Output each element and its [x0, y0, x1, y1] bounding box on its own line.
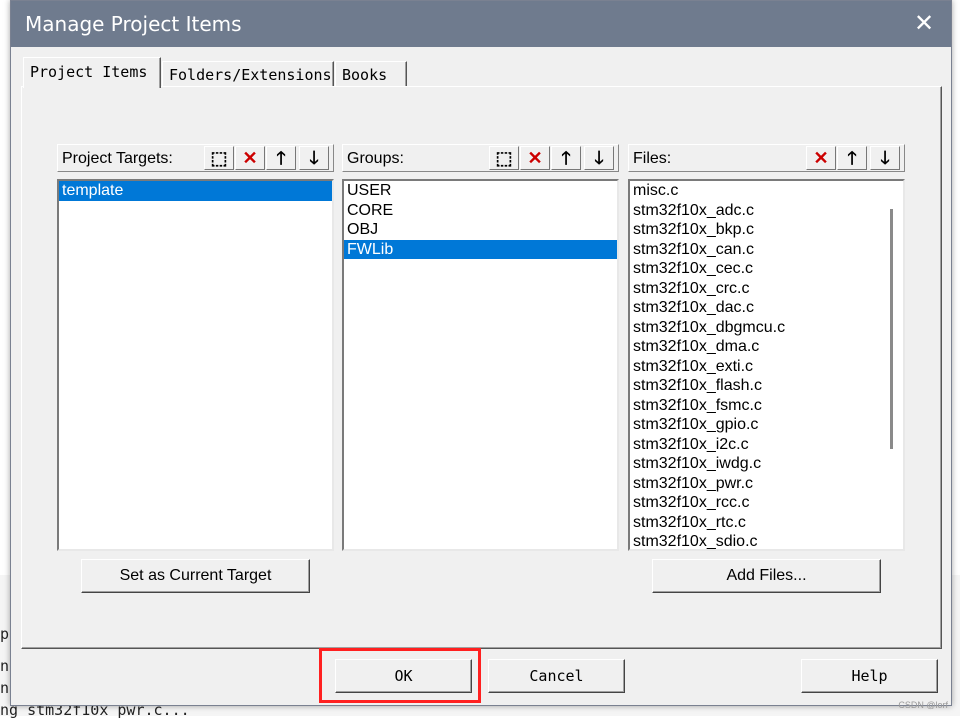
- targets-list[interactable]: template: [57, 179, 334, 551]
- file-list-item[interactable]: stm32f10x_flash.c: [630, 376, 903, 396]
- file-list-item[interactable]: stm32f10x_dbgmcu.c: [630, 318, 903, 338]
- files-items: misc.c stm32f10x_adc.c stm32f10x_bkp.c stm3…: [630, 181, 903, 549]
- groups-header: Groups: ⬚ ✕ 🡑 🡓: [342, 144, 619, 172]
- groups-list[interactable]: USER CORE OBJ FWLib: [342, 179, 619, 551]
- file-list-item[interactable]: stm32f10x_crc.c: [630, 279, 903, 299]
- delete-icon: ✕: [527, 148, 543, 168]
- close-button[interactable]: ✕: [907, 7, 941, 41]
- file-list-item[interactable]: stm32f10x_iwdg.c: [630, 454, 903, 474]
- cancel-label: Cancel: [529, 667, 584, 685]
- move-target-up-button[interactable]: 🡑: [266, 146, 296, 170]
- new-group-button[interactable]: ⬚: [489, 146, 519, 170]
- files-header: Files: ✕ 🡑 🡓: [628, 144, 905, 172]
- targets-items: template: [59, 181, 332, 201]
- close-icon: ✕: [913, 10, 935, 37]
- delete-target-button[interactable]: ✕: [235, 146, 265, 170]
- new-target-button[interactable]: ⬚: [204, 146, 234, 170]
- move-file-up-button[interactable]: 🡑: [837, 146, 867, 170]
- group-list-item[interactable]: CORE: [344, 201, 617, 221]
- delete-icon: ✕: [242, 148, 258, 168]
- project-items-panel: Project Targets: ⬚ ✕ 🡑 🡓 template Set as…: [21, 86, 942, 649]
- new-item-icon: ⬚: [495, 148, 513, 168]
- file-list-item[interactable]: stm32f10x_gpio.c: [630, 415, 903, 435]
- add-files-label: Add Files...: [726, 567, 807, 584]
- arrow-down-icon: 🡓: [594, 148, 604, 168]
- file-list-item[interactable]: stm32f10x_sdio.c: [630, 532, 903, 549]
- groups-label: Groups:: [347, 150, 404, 167]
- manage-project-items-dialog: Manage Project Items ✕ Project Items Fol…: [10, 0, 952, 706]
- file-list-item[interactable]: stm32f10x_rcc.c: [630, 493, 903, 513]
- target-list-item[interactable]: template: [59, 181, 332, 201]
- file-list-item[interactable]: stm32f10x_rtc.c: [630, 513, 903, 533]
- watermark: CSDN @lorf: [898, 700, 948, 710]
- set-current-target-label: Set as Current Target: [119, 567, 272, 584]
- set-current-target-button[interactable]: Set as Current Target: [81, 559, 310, 593]
- file-list-item[interactable]: stm32f10x_i2c.c: [630, 435, 903, 455]
- group-list-item[interactable]: OBJ: [344, 220, 617, 240]
- delete-group-button[interactable]: ✕: [520, 146, 550, 170]
- file-list-item[interactable]: stm32f10x_pwr.c: [630, 474, 903, 494]
- arrow-down-icon: 🡓: [309, 148, 319, 168]
- files-scrollbar[interactable]: [890, 209, 893, 449]
- arrow-up-icon: 🡑: [276, 148, 286, 168]
- arrow-down-icon: 🡓: [880, 148, 890, 168]
- ok-highlight-box: [319, 648, 481, 703]
- file-list-item[interactable]: stm32f10x_cec.c: [630, 259, 903, 279]
- group-list-item[interactable]: FWLib: [344, 239, 617, 259]
- help-button[interactable]: Help: [801, 659, 938, 693]
- files-list[interactable]: misc.c stm32f10x_adc.c stm32f10x_bkp.c stm3…: [628, 179, 905, 551]
- file-list-item[interactable]: stm32f10x_dac.c: [630, 298, 903, 318]
- arrow-up-icon: 🡑: [561, 148, 571, 168]
- title-bar: Manage Project Items ✕: [11, 1, 951, 47]
- files-label: Files:: [633, 150, 672, 167]
- tab-books[interactable]: Books: [335, 61, 407, 87]
- help-label: Help: [851, 667, 888, 685]
- targets-header: Project Targets: ⬚ ✕ 🡑 🡓: [57, 144, 334, 172]
- tab-project-items[interactable]: Project Items: [23, 57, 161, 88]
- file-list-item[interactable]: stm32f10x_can.c: [630, 240, 903, 260]
- move-group-up-button[interactable]: 🡑: [551, 146, 581, 170]
- delete-file-button[interactable]: ✕: [806, 146, 836, 170]
- tab-folders-extensions[interactable]: Folders/Extensions: [162, 61, 334, 87]
- file-list-item[interactable]: stm32f10x_exti.c: [630, 357, 903, 377]
- file-list-item[interactable]: stm32f10x_adc.c: [630, 201, 903, 221]
- new-item-icon: ⬚: [210, 148, 228, 168]
- window-title: Manage Project Items: [25, 12, 242, 36]
- cancel-button[interactable]: Cancel: [488, 659, 625, 693]
- file-list-item[interactable]: stm32f10x_fsmc.c: [630, 396, 903, 416]
- move-file-down-button[interactable]: 🡓: [870, 146, 900, 170]
- targets-label: Project Targets:: [62, 150, 173, 167]
- group-list-item[interactable]: USER: [344, 181, 617, 201]
- move-target-down-button[interactable]: 🡓: [299, 146, 329, 170]
- file-list-item[interactable]: stm32f10x_bkp.c: [630, 220, 903, 240]
- arrow-up-icon: 🡑: [847, 148, 857, 168]
- move-group-down-button[interactable]: 🡓: [584, 146, 614, 170]
- file-list-item[interactable]: stm32f10x_dma.c: [630, 337, 903, 357]
- file-list-item[interactable]: misc.c: [630, 181, 903, 201]
- delete-icon: ✕: [813, 148, 829, 168]
- groups-items: USER CORE OBJ FWLib: [344, 181, 617, 259]
- add-files-button[interactable]: Add Files...: [652, 559, 881, 593]
